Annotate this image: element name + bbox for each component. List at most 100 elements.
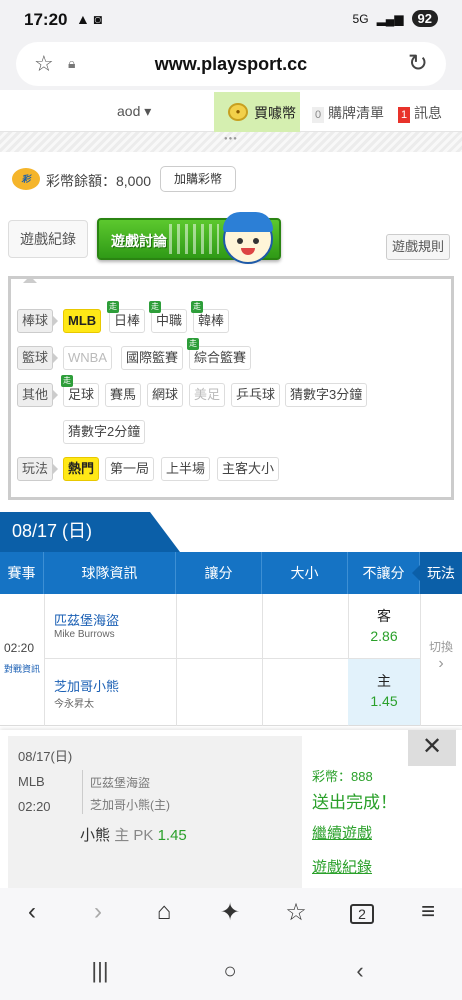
away-pitcher: Mike Burrows xyxy=(54,629,115,640)
game-record-tab[interactable]: 遊戲紀錄 xyxy=(8,220,88,258)
filter-table-tennis[interactable]: 乒乓球 xyxy=(231,383,281,407)
close-icon[interactable]: ✕ xyxy=(408,730,456,766)
filter-mlb[interactable]: MLB xyxy=(63,309,102,333)
bet-time: 02:20 xyxy=(18,799,51,814)
lottery-coin-icon: 彩 xyxy=(12,168,40,190)
walk-badge: 走 xyxy=(107,301,119,313)
filter-first-half[interactable]: 上半場 xyxy=(161,457,211,481)
reload-icon[interactable]: ↻ xyxy=(408,49,428,78)
col-moneyline: 不讓分 xyxy=(348,552,420,594)
handle-dots-icon: ●●● xyxy=(224,136,238,142)
message-count: 1 xyxy=(398,107,410,123)
date-header: 08/17 (日) xyxy=(0,512,462,552)
filter-american-football[interactable]: 美足 xyxy=(189,383,226,407)
notification-icons: ▲ ◙ xyxy=(76,11,103,27)
buy-coins-button[interactable]: ● 買噱幣 xyxy=(214,92,300,132)
walk-badge: 走 xyxy=(187,338,199,350)
away-moneyline-cell[interactable]: 客 2.86 xyxy=(348,594,420,660)
bet-league: MLB xyxy=(18,774,45,789)
home-team[interactable]: 芝加哥小熊 xyxy=(54,676,119,695)
bet-result: ✕ 彩幣：888 送出完成！ 繼續遊戲 遊戲紀錄 xyxy=(302,730,462,888)
continue-game-link[interactable]: 繼續遊戲 xyxy=(312,822,372,843)
category-basketball: 籃球 xyxy=(17,346,59,370)
date-tab: 08/17 (日) xyxy=(0,512,180,552)
browser-toolbar: ‹ › ⌂ ✦ ☆ 2 ≡ xyxy=(0,888,462,944)
url-text[interactable]: www.playsport.cc xyxy=(16,54,446,75)
col-play: 玩法 xyxy=(412,552,462,594)
away-side-label: 客 xyxy=(377,608,391,624)
game-discussion-label: 遊戲討論 xyxy=(111,233,167,249)
bet-pick: 小熊 主 PK 1.45 xyxy=(80,827,187,844)
col-spread: 讓分 xyxy=(176,552,262,594)
status-bar: 17:20 ▲ ◙ 5G ▂▄▆ 92 xyxy=(0,0,462,38)
coin-icon: ● xyxy=(228,103,248,121)
col-total: 大小 xyxy=(262,552,348,594)
bookmarks-icon[interactable]: ☆ xyxy=(276,898,316,927)
category-baseball: 棒球 xyxy=(17,309,59,333)
game-rules-button[interactable]: 遊戲規則 xyxy=(386,234,450,260)
chevron-right-icon: › xyxy=(438,655,444,672)
away-team[interactable]: 匹茲堡海盜 xyxy=(54,610,119,629)
filter-cpbl[interactable]: 走中職 xyxy=(149,301,188,333)
cart-label: 購牌清單 xyxy=(328,105,384,121)
cart-count: 0 xyxy=(312,107,324,123)
bet-team-away: 匹茲堡海盜 xyxy=(90,776,151,790)
user-menu[interactable]: aod ▾ xyxy=(117,103,151,120)
switch-label: 切換 xyxy=(428,640,453,654)
cart-link[interactable]: 0 購牌清單 xyxy=(312,103,384,123)
home-button-icon[interactable]: ○ xyxy=(210,958,250,984)
filter-guess-2min[interactable]: 猜數字2分鐘 xyxy=(63,420,146,444)
bet-confirmation-panel: 08/17(日) MLB 02:20 匹茲堡海盜 芝加哥小熊(主) 小熊 主 P… xyxy=(0,730,462,888)
filter-npb[interactable]: 走日棒 xyxy=(107,301,146,333)
buy-more-coins-button[interactable]: 加購彩幣 xyxy=(160,166,236,192)
filter-soccer[interactable]: 走足球 xyxy=(61,375,100,407)
walk-badge: 走 xyxy=(61,375,73,387)
filter-first-inning[interactable]: 第一局 xyxy=(105,457,155,481)
buy-coins-label: 買噱幣 xyxy=(254,105,296,121)
filter-hot[interactable]: 熱門 xyxy=(63,457,100,481)
mascot-icon xyxy=(223,212,273,264)
tabs-icon[interactable]: 2 xyxy=(350,904,374,924)
submit-done-text: 送出完成！ xyxy=(312,793,397,812)
filter-intl-basketball[interactable]: 國際籃賽 xyxy=(121,346,184,370)
home-pitcher: 今永昇太 xyxy=(54,699,94,710)
col-event: 賽事 xyxy=(0,552,44,594)
filter-guess-3min[interactable]: 猜數字3分鐘 xyxy=(285,383,368,407)
messages-link[interactable]: 1 訊息 xyxy=(398,103,442,123)
switch-button[interactable]: 切換 › xyxy=(420,638,462,673)
messages-label: 訊息 xyxy=(414,105,442,121)
filter-home-away-total[interactable]: 主客大小 xyxy=(217,457,280,481)
back-button-icon[interactable]: ‹ xyxy=(340,958,380,984)
game-time: 02:20 xyxy=(4,641,35,655)
filter-horse-racing[interactable]: 賽馬 xyxy=(105,383,142,407)
back-icon[interactable]: ‹ xyxy=(12,898,52,926)
filter-mixed-basketball[interactable]: 走綜合籃賽 xyxy=(187,338,252,370)
bet-summary: 08/17(日) MLB 02:20 匹茲堡海盜 芝加哥小熊(主) 小熊 主 P… xyxy=(8,736,302,888)
signal-icon: ▂▄▆ xyxy=(376,11,404,26)
speed-lines-decoration xyxy=(169,224,219,254)
bet-date: 08/17(日) xyxy=(18,749,73,764)
col-team-info: 球隊資訊 xyxy=(44,552,176,594)
site-top-nav: aod ▾ ● 買噱幣 0 購牌清單 1 訊息 xyxy=(0,92,462,132)
status-time: 17:20 xyxy=(24,10,68,29)
network-icon: 5G xyxy=(352,11,369,26)
filter-wnba[interactable]: WNBA xyxy=(63,346,112,370)
game-record-link[interactable]: 遊戲紀錄 xyxy=(312,856,372,877)
home-icon[interactable]: ⌂ xyxy=(144,898,184,926)
collapse-handle[interactable]: ●●● xyxy=(0,132,462,152)
assistant-sparkle-icon[interactable]: ✦ xyxy=(210,898,250,927)
odds-table-header: 賽事 球隊資訊 讓分 大小 不讓分 玩法 xyxy=(0,552,462,594)
balance-text: 彩幣餘額：8,000 xyxy=(46,173,152,189)
battery-icon: 92 xyxy=(411,10,438,27)
home-moneyline-cell[interactable]: 主 1.45 xyxy=(348,659,420,725)
game-discussion-tab[interactable]: 遊戲討論 xyxy=(97,212,281,264)
matchup-info-link[interactable]: 對戰資訊 xyxy=(4,662,40,675)
filter-tennis[interactable]: 網球 xyxy=(147,383,184,407)
url-field[interactable]: ☆ 🔒︎ www.playsport.cc ↻ xyxy=(16,42,446,86)
filter-kbo[interactable]: 走韓棒 xyxy=(191,301,230,333)
menu-icon[interactable]: ≡ xyxy=(408,898,448,926)
browser-address-bar: ☆ 🔒︎ www.playsport.cc ↻ xyxy=(0,38,462,90)
system-nav-bar: ||| ○ ‹ xyxy=(0,944,462,1000)
forward-icon[interactable]: › xyxy=(78,898,118,926)
recent-apps-icon[interactable]: ||| xyxy=(80,958,120,984)
